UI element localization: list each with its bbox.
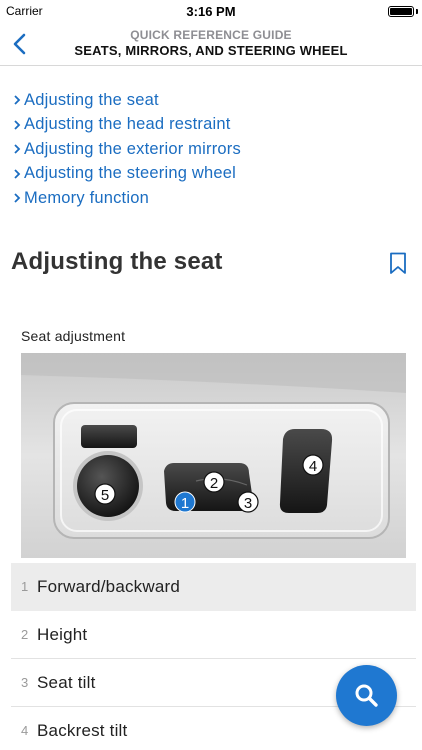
toc-link-steering-wheel[interactable]: Adjusting the steering wheel: [12, 162, 241, 187]
svg-text:1: 1: [181, 495, 189, 512]
svg-text:4: 4: [309, 458, 317, 475]
list-item-number: 3: [21, 675, 29, 690]
page-title: SEATS, MIRRORS, AND STEERING WHEEL: [74, 43, 348, 58]
table-of-contents: Adjusting the seat Adjusting the head re…: [12, 88, 241, 211]
toc-link-label: Adjusting the head restraint: [24, 115, 231, 134]
seat-adjustment-figure: 1 2 3 4 5: [21, 353, 406, 558]
search-icon: [355, 684, 378, 707]
toc-link-head-restraint[interactable]: Adjusting the head restraint: [12, 113, 241, 138]
toc-link-label: Memory function: [24, 188, 149, 207]
battery-nub: [416, 9, 418, 14]
status-time: 3:16 PM: [186, 4, 236, 19]
list-item-label: Seat tilt: [37, 672, 96, 692]
nav-subtitle: QUICK REFERENCE GUIDE: [130, 28, 292, 42]
svg-text:2: 2: [210, 475, 218, 492]
list-item-number: 4: [21, 723, 29, 738]
section-heading: Adjusting the seat: [11, 248, 223, 275]
list-item[interactable]: 2 Height: [11, 611, 416, 659]
bookmark-icon[interactable]: [389, 252, 407, 275]
list-item-label: Backrest tilt: [37, 720, 128, 740]
marker-2: 2: [203, 471, 225, 493]
chevron-right-icon: [14, 95, 21, 105]
chevron-right-icon: [14, 169, 21, 179]
chevron-right-icon: [14, 120, 21, 130]
status-bar: Carrier 3:16 PM: [0, 0, 422, 22]
marker-5: 5: [94, 483, 116, 505]
svg-text:3: 3: [244, 495, 252, 512]
seat-control-illustration: 1 2 3 4 5: [21, 353, 406, 558]
marker-4: 4: [302, 454, 324, 476]
chevron-right-icon: [14, 193, 21, 203]
toc-link-memory-function[interactable]: Memory function: [12, 186, 241, 211]
list-item-label: Forward/backward: [37, 576, 181, 596]
search-button[interactable]: [336, 665, 397, 726]
toc-link-label: Adjusting the steering wheel: [24, 164, 236, 183]
toc-link-label: Adjusting the exterior mirrors: [24, 139, 241, 158]
navigation-bar: QUICK REFERENCE GUIDE SEATS, MIRRORS, AN…: [0, 22, 422, 66]
list-item-number: 1: [21, 579, 29, 594]
svg-text:5: 5: [101, 487, 109, 504]
list-item-number: 2: [21, 627, 29, 642]
marker-3: 3: [237, 491, 259, 513]
battery-icon: [388, 6, 414, 17]
toc-link-label: Adjusting the seat: [24, 90, 159, 109]
chevron-right-icon: [14, 144, 21, 154]
list-item[interactable]: 1 Forward/backward: [11, 563, 416, 611]
marker-1: 1: [174, 491, 196, 513]
toc-link-exterior-mirrors[interactable]: Adjusting the exterior mirrors: [12, 137, 241, 162]
list-item-label: Height: [37, 624, 88, 644]
toc-link-adjusting-seat[interactable]: Adjusting the seat: [12, 88, 241, 113]
figure-caption: Seat adjustment: [21, 328, 126, 344]
